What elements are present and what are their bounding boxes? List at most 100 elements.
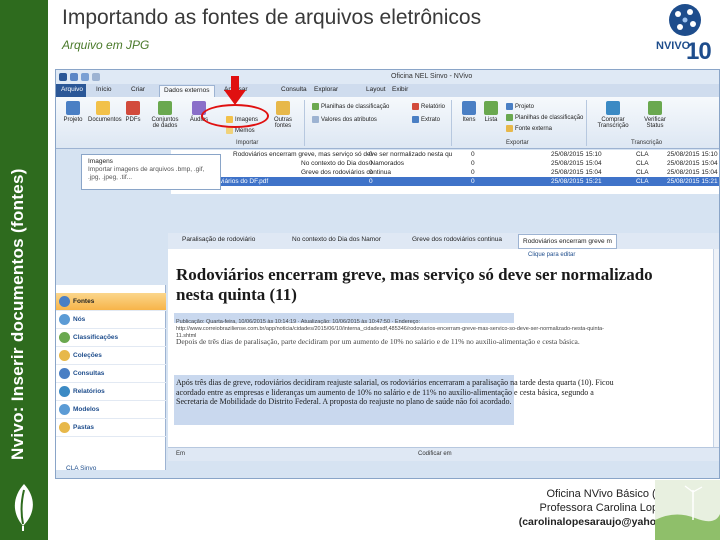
export-project-button[interactable]: Projeto [506,103,534,111]
import-pdfs-label: PDFs [125,117,141,123]
row-nodes: 0 [369,169,373,176]
tab-exibir[interactable]: Exibir [392,86,408,93]
ribbon-tabs: Arquivo Início Criar Dados externos Anal… [56,84,719,97]
row-by: CLA [636,151,649,158]
import-datasets-button[interactable]: Conjuntos de dados [150,101,180,129]
export-list-button[interactable]: Lista [476,101,506,123]
nav-nos[interactable]: Nós [56,311,166,329]
edit-icon[interactable] [81,73,89,81]
row-created: 25/08/2015 15:04 [551,169,602,176]
pdf-icon [126,101,140,115]
table-row[interactable]: Rodoviários encerram greve, mas serviço … [171,150,719,159]
other-sources-button[interactable]: Outras fontes [268,101,298,129]
row-created: 25/08/2015 15:04 [551,160,602,167]
row-modified: 25/08/2015 15:04 [667,169,718,176]
row-by: CLA [636,178,649,185]
import-pdfs-button[interactable]: PDFs [118,101,148,123]
export-sheets-button[interactable]: Planilhas de classificação [506,114,583,122]
doc-tab-paralisacao[interactable]: Paralisação de rodoviário [182,236,255,243]
vertical-scrollbar[interactable] [713,249,719,461]
row-nodes: 0 [369,160,373,167]
export-items-icon [462,101,476,115]
external-source-button[interactable]: Fonte externa [506,125,552,133]
report-icon [412,103,419,110]
report-button[interactable]: Relatório [412,103,445,111]
article-body: Após três dias de greve, rodoviários dec… [176,378,614,406]
row-name: Rodoviários encerram greve, mas serviço … [233,151,453,158]
tab-explorar[interactable]: Explorar [314,86,338,93]
row-created: 25/08/2015 15:10 [551,151,602,158]
doc-tab-greve-continua[interactable]: Greve dos rodoviários continua [412,236,502,243]
table-row[interactable]: No contexto do Dia dos Namorados 0 0 25/… [171,159,719,168]
export-list-icon [484,101,498,115]
slide-subtitle: Arquivo em JPG [62,38,150,52]
tab-inicio[interactable]: Início [96,86,112,93]
attribute-values-button[interactable]: Valores dos atributos [312,116,377,124]
transcription-icon [606,101,620,115]
nav-relatorios[interactable]: Relatórios [56,383,166,401]
row-refs: 0 [471,160,475,167]
export-project-icon [506,103,513,110]
buy-transcription-button[interactable]: Comprar Transcrição [596,101,630,129]
save-icon[interactable] [70,73,78,81]
doc-tab-dia-namorados[interactable]: No contexto do Dia dos Namor [292,236,381,243]
navigation-pane: Fontes Nós Classificações Coleções Consu… [56,285,166,470]
export-project-label: Projeto [515,104,535,111]
sheet-icon [312,103,319,110]
tab-dados-externos[interactable]: Dados externos [159,85,215,97]
coding-bar-left: Em [176,451,185,457]
nav-classificacoes[interactable]: Classificações [56,329,166,347]
ribbon-separator [451,100,452,146]
buy-transcription-label: Comprar Transcrição [597,117,629,129]
tooltip-desc: Importar imagens de arquivos .bmp, .gif,… [88,166,205,181]
click-to-edit-link[interactable]: Clique para editar [528,252,575,258]
row-modified: 25/08/2015 15:04 [667,160,718,167]
external-source-icon [506,125,513,132]
report-label: Relatório [421,104,446,111]
nav-pastas-label: Pastas [73,424,94,431]
export-list-label: Lista [484,117,498,123]
tooltip-title: Imagens [88,158,113,165]
nav-colecoes-label: Coleções [73,352,102,359]
tab-criar[interactable]: Criar [131,86,145,93]
row-modified: 25/08/2015 15:10 [667,151,718,158]
nav-classificacoes-label: Classificações [73,334,119,341]
import-documents-button[interactable]: Documentos [88,101,122,123]
row-refs: 0 [471,178,475,185]
import-memos-button[interactable]: Memos [226,127,255,135]
nav-colecoes[interactable]: Coleções [56,347,166,365]
doc-tab-rodoviarios[interactable]: Rodoviários encerram greve m [518,234,617,249]
tab-layout[interactable]: Layout [366,86,386,93]
row-refs: 0 [471,151,475,158]
extract-button[interactable]: Extrato [412,116,440,124]
table-row-selected[interactable]: Greve dos rodoviários do DF.pdf 0 0 25/0… [171,177,719,186]
undo-icon[interactable] [92,73,100,81]
nav-fontes[interactable]: Fontes [56,293,166,311]
row-modified: 25/08/2015 15:21 [667,178,718,185]
check-icon [648,101,662,115]
nvivo-logo: NVIVO 10 [650,0,720,72]
app-icon[interactable] [59,73,67,81]
table-row[interactable]: Greve dos rodoviários continua 0 0 25/08… [171,168,719,177]
other-sources-label: Outras fontes [273,117,292,129]
nav-modelos[interactable]: Modelos [56,401,166,419]
documents-icon [96,101,110,115]
nvivo-orb-icon [669,4,701,36]
row-refs: 0 [471,169,475,176]
nodes-icon [59,314,70,325]
nav-consultas[interactable]: Consultas [56,365,166,383]
check-status-button[interactable]: Verificar Status [638,101,672,129]
tab-consulta[interactable]: Consulta [281,86,307,93]
quick-access-toolbar: Oficina NEL Sinvo - NVivo [56,70,719,84]
window-title: Oficina NEL Sinvo - NVivo [391,73,473,80]
import-project-button[interactable]: Projeto [58,101,88,123]
highlight-circle [201,104,269,128]
nav-nos-label: Nós [73,316,86,323]
import-memos-label: Memos [235,128,255,135]
classification-sheets-button[interactable]: Planilhas de classificação [312,103,389,111]
extract-icon [412,116,419,123]
nav-pastas[interactable]: Pastas [56,419,166,437]
models-icon [59,404,70,415]
row-by: CLA [636,160,649,167]
tab-arquivo[interactable]: Arquivo [56,84,86,97]
